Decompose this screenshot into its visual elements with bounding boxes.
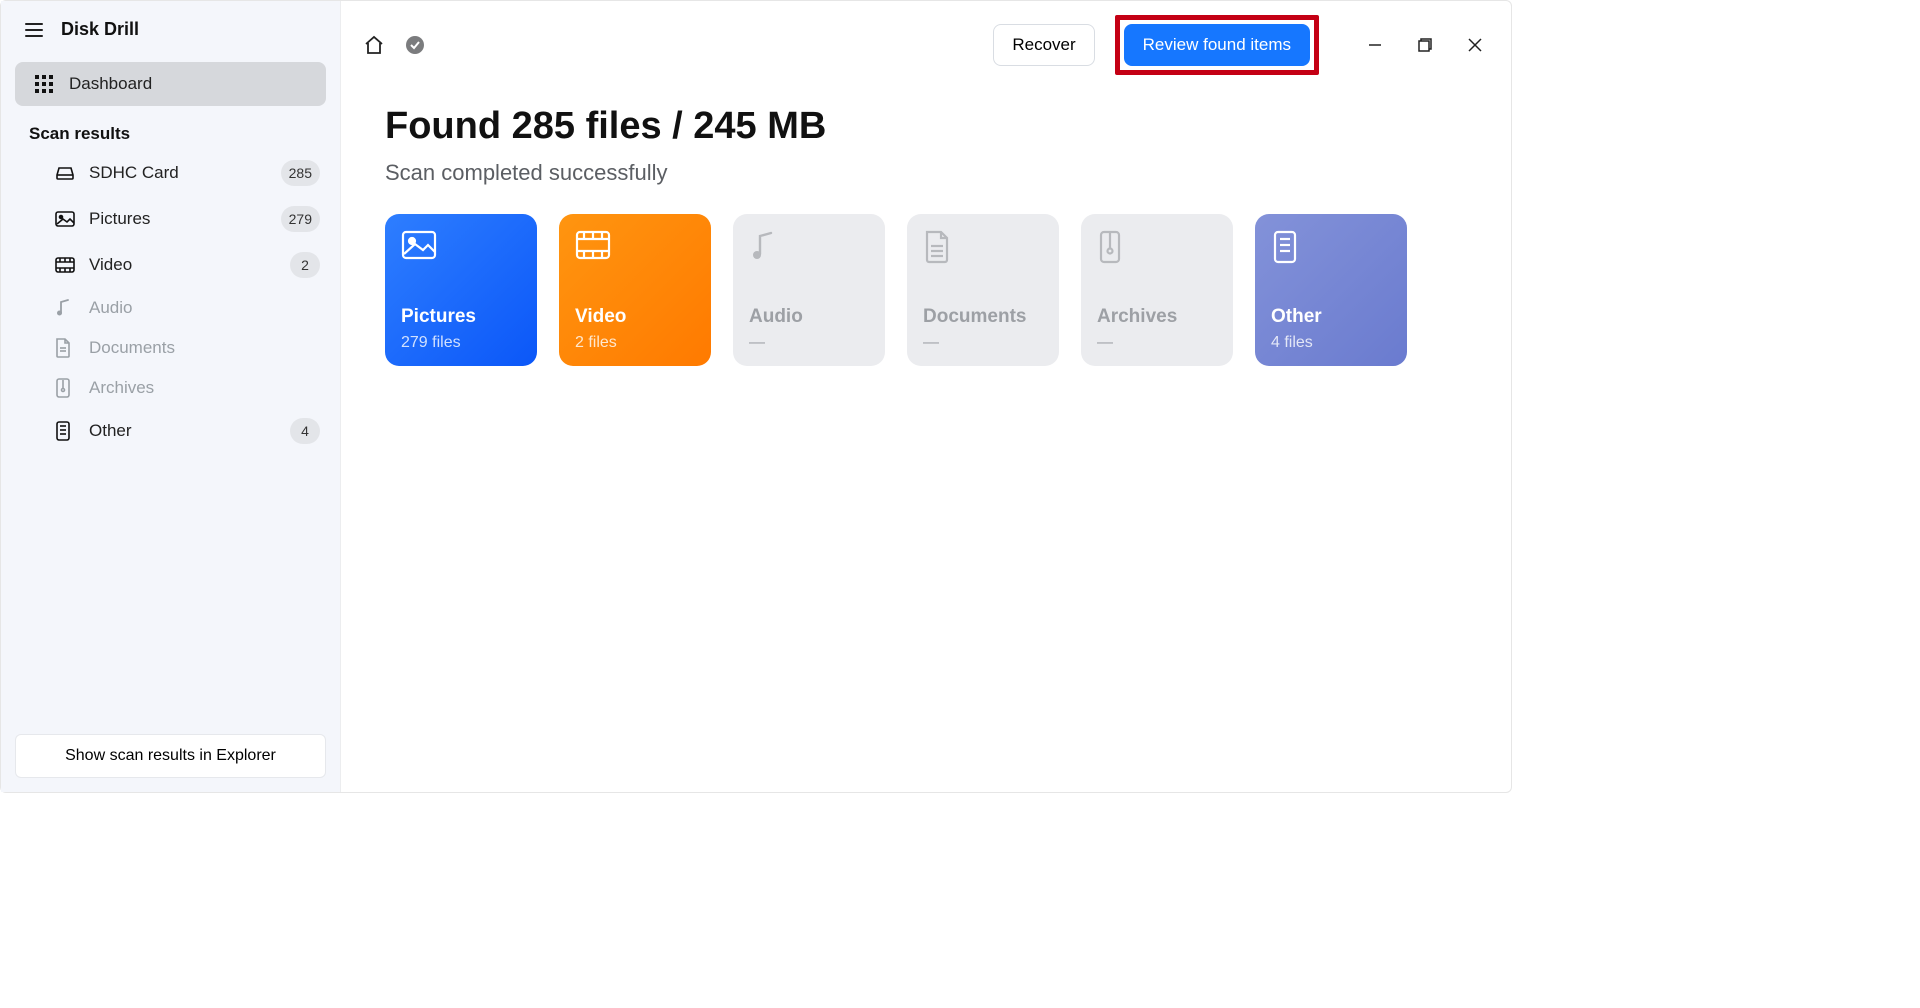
count-badge: 285 xyxy=(281,160,320,186)
card-sub: — xyxy=(749,334,869,352)
card-sub: — xyxy=(1097,334,1217,352)
sidebar: Disk Drill Dashboard Scan results SDH xyxy=(1,1,341,792)
card-title: Documents xyxy=(923,306,1043,328)
archives-icon xyxy=(1097,230,1217,270)
card-pictures[interactable]: Pictures 279 files xyxy=(385,214,537,366)
sidebar-section-label: Scan results xyxy=(1,116,340,150)
card-title: Other xyxy=(1271,306,1391,328)
topbar: Recover Review found items xyxy=(341,1,1511,89)
check-circle-icon xyxy=(405,35,425,55)
documents-icon xyxy=(923,230,1043,270)
count-badge: 279 xyxy=(281,206,320,232)
card-video[interactable]: Video 2 files xyxy=(559,214,711,366)
count-badge: 2 xyxy=(290,252,320,278)
card-title: Archives xyxy=(1097,306,1217,328)
sidebar-item-label: Archives xyxy=(89,378,154,398)
card-other[interactable]: Other 4 files xyxy=(1255,214,1407,366)
card-sub: 279 files xyxy=(401,334,521,352)
sidebar-item-label: Pictures xyxy=(89,209,150,229)
home-icon[interactable] xyxy=(363,34,385,56)
show-in-explorer-button[interactable]: Show scan results in Explorer xyxy=(15,734,326,778)
sidebar-header: Disk Drill xyxy=(1,1,340,52)
sidebar-item-label: Documents xyxy=(89,338,175,358)
card-documents[interactable]: Documents — xyxy=(907,214,1059,366)
documents-icon xyxy=(55,338,75,358)
window-controls xyxy=(1361,31,1489,59)
sidebar-item-documents[interactable]: Documents xyxy=(1,328,340,368)
other-icon xyxy=(1271,230,1391,270)
dashboard-icon xyxy=(35,75,55,93)
sidebar-item-sdhc-card[interactable]: SDHC Card 285 xyxy=(1,150,340,196)
content: Found 285 files / 245 MB Scan completed … xyxy=(341,89,1511,382)
card-archives[interactable]: Archives — xyxy=(1081,214,1233,366)
sidebar-item-other[interactable]: Other 4 xyxy=(1,408,340,454)
sidebar-item-label: Video xyxy=(89,255,132,275)
archives-icon xyxy=(55,378,75,398)
sidebar-footer: Show scan results in Explorer xyxy=(1,720,340,792)
sidebar-item-archives[interactable]: Archives xyxy=(1,368,340,408)
headline: Found 285 files / 245 MB xyxy=(385,105,1467,148)
close-icon[interactable] xyxy=(1461,31,1489,59)
pictures-icon xyxy=(401,230,521,270)
sidebar-item-audio[interactable]: Audio xyxy=(1,288,340,328)
pictures-icon xyxy=(55,211,75,227)
other-icon xyxy=(55,421,75,441)
app-title: Disk Drill xyxy=(61,19,139,40)
card-sub: 2 files xyxy=(575,334,695,352)
card-audio[interactable]: Audio — xyxy=(733,214,885,366)
dashboard-label: Dashboard xyxy=(69,74,152,94)
audio-icon xyxy=(55,299,75,317)
video-icon xyxy=(575,230,695,270)
sidebar-item-video[interactable]: Video 2 xyxy=(1,242,340,288)
subhead: Scan completed successfully xyxy=(385,160,1467,186)
card-sub: 4 files xyxy=(1271,334,1391,352)
drive-icon xyxy=(55,165,75,181)
maximize-icon[interactable] xyxy=(1411,31,1439,59)
sidebar-item-label: SDHC Card xyxy=(89,163,179,183)
review-found-items-button[interactable]: Review found items xyxy=(1124,24,1310,66)
category-cards: Pictures 279 files Video 2 files xyxy=(385,214,1467,366)
sidebar-item-label: Audio xyxy=(89,298,132,318)
sidebar-item-label: Other xyxy=(89,421,132,441)
annotation-highlight: Review found items xyxy=(1115,15,1319,75)
card-title: Video xyxy=(575,306,695,328)
card-title: Pictures xyxy=(401,306,521,328)
menu-icon[interactable] xyxy=(25,23,43,37)
count-badge: 4 xyxy=(290,418,320,444)
card-title: Audio xyxy=(749,306,869,328)
app-window: Disk Drill Dashboard Scan results SDH xyxy=(0,0,1512,793)
audio-icon xyxy=(749,230,869,270)
video-icon xyxy=(55,257,75,273)
card-sub: — xyxy=(923,334,1043,352)
main-area: Recover Review found items Found 285 xyxy=(341,1,1511,792)
sidebar-item-pictures[interactable]: Pictures 279 xyxy=(1,196,340,242)
sidebar-item-dashboard[interactable]: Dashboard xyxy=(15,62,326,106)
recover-button[interactable]: Recover xyxy=(993,24,1094,66)
minimize-icon[interactable] xyxy=(1361,31,1389,59)
